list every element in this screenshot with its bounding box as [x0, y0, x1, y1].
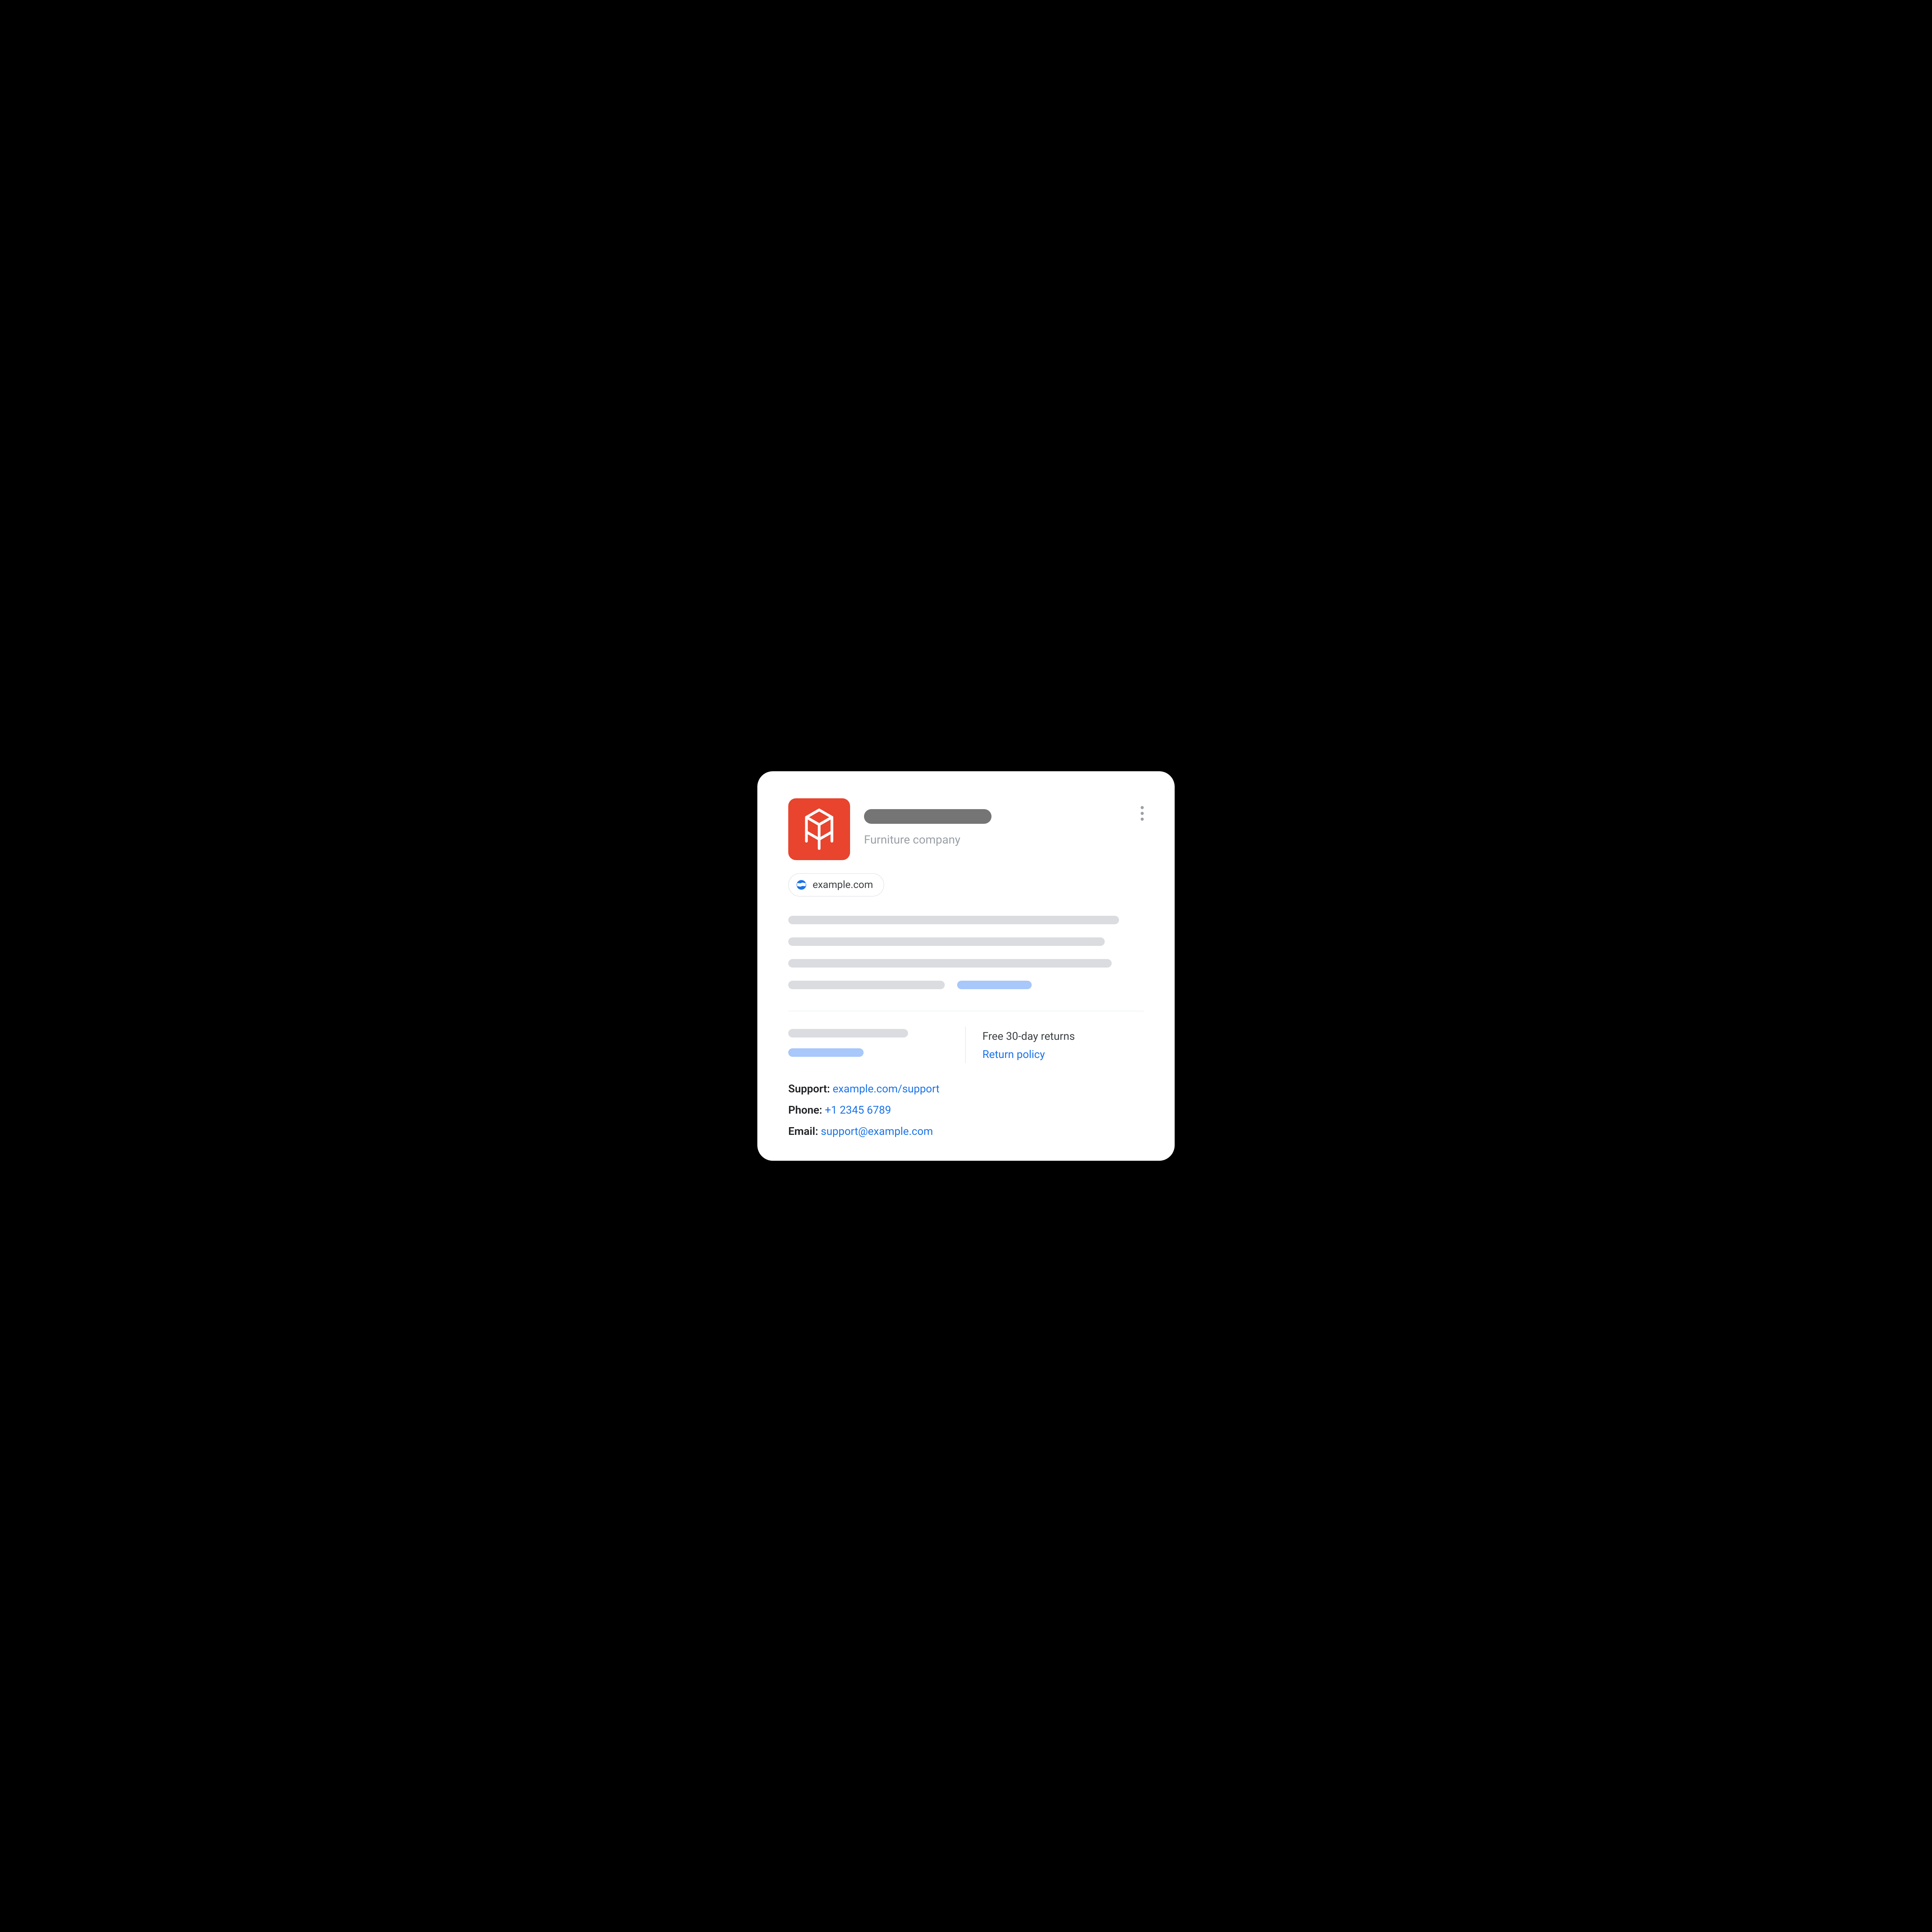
header-row: Furniture company — [788, 798, 1144, 860]
kebab-dot-icon — [1141, 812, 1144, 815]
website-chip-label: example.com — [813, 879, 873, 891]
description-placeholder-block — [788, 916, 1144, 989]
info-left-column — [788, 1029, 965, 1061]
phone-row: Phone: +1 2345 6789 — [788, 1104, 1144, 1116]
support-row: Support: example.com/support — [788, 1082, 1144, 1095]
returns-headline: Free 30-day returns — [983, 1030, 1144, 1043]
text-placeholder-row — [788, 981, 1144, 989]
chip-row: example.com — [788, 873, 1144, 896]
kebab-dot-icon — [1141, 818, 1144, 821]
info-columns: Free 30-day returns Return policy — [788, 1029, 1144, 1061]
merchant-category: Furniture company — [864, 833, 1144, 847]
website-chip[interactable]: example.com — [788, 873, 884, 896]
more-options-button[interactable] — [1138, 803, 1147, 824]
phone-label: Phone: — [788, 1104, 822, 1116]
text-placeholder-line — [788, 959, 1112, 968]
text-placeholder-line — [788, 981, 945, 989]
email-row: Email: support@example.com — [788, 1125, 1144, 1138]
title-column: Furniture company — [864, 798, 1144, 847]
return-policy-link[interactable]: Return policy — [983, 1048, 1144, 1061]
globe-icon — [796, 879, 807, 891]
text-placeholder-line — [788, 916, 1119, 924]
merchant-logo — [788, 798, 850, 860]
email-label: Email: — [788, 1125, 818, 1138]
merchant-name-placeholder — [864, 809, 992, 824]
text-placeholder-line — [788, 1029, 908, 1037]
contact-block: Support: example.com/support Phone: +1 2… — [788, 1082, 1144, 1138]
kebab-dot-icon — [1141, 806, 1144, 809]
link-placeholder-line — [788, 1048, 864, 1057]
knowledge-panel-card: Furniture company example.com — [757, 771, 1175, 1161]
chair-icon — [802, 808, 837, 850]
support-label: Support: — [788, 1082, 830, 1095]
returns-column: Free 30-day returns Return policy — [983, 1029, 1144, 1061]
email-link[interactable]: support@example.com — [821, 1125, 933, 1138]
support-link[interactable]: example.com/support — [833, 1082, 940, 1095]
link-placeholder-line — [957, 981, 1032, 989]
text-placeholder-line — [788, 937, 1105, 946]
phone-link[interactable]: +1 2345 6789 — [825, 1104, 891, 1116]
vertical-separator — [965, 1027, 966, 1063]
